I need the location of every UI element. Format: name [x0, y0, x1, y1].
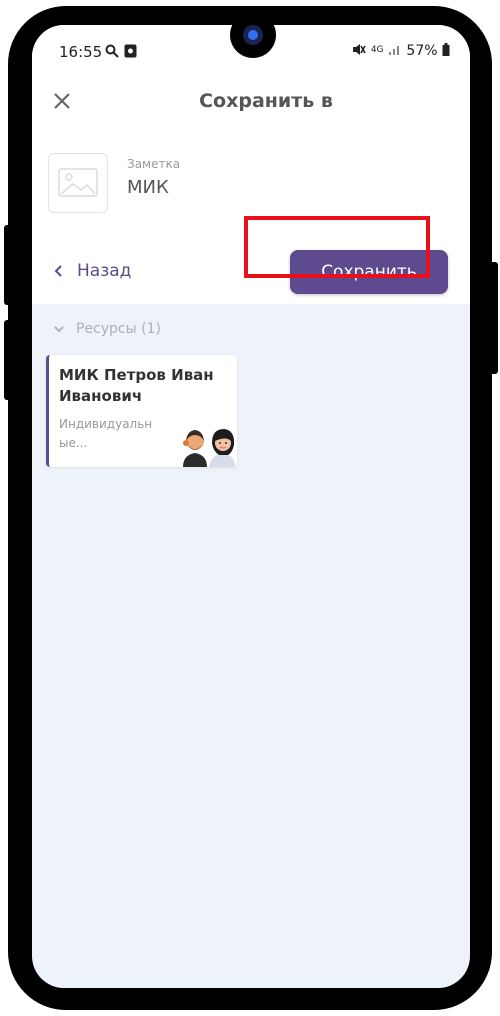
- status-right-group: 4G 57%: [352, 43, 450, 59]
- battery-icon: [442, 43, 450, 56]
- camera-lens: [243, 25, 263, 45]
- phone-side-button: [4, 320, 12, 400]
- resources-section-toggle[interactable]: Ресурсы (1): [54, 321, 161, 337]
- mute-icon: [353, 44, 367, 55]
- chevron-left-icon: [54, 265, 62, 277]
- note-type-label: Заметка: [127, 157, 181, 171]
- save-button-highlight: [244, 216, 430, 278]
- page-title: Сохранить в: [199, 90, 333, 112]
- people-avatar-icon: [183, 429, 235, 467]
- network-type: 4G: [370, 45, 384, 55]
- note-name: МИК: [127, 177, 169, 198]
- resources-section-label: Ресурсы (1): [76, 321, 161, 337]
- back-label: Назад: [77, 261, 132, 281]
- battery-level: 57%: [406, 43, 438, 59]
- app-header: Сохранить в: [32, 77, 470, 129]
- resource-card-title: МИК Петров Иван Иванович: [59, 366, 214, 405]
- phone-side-button: [490, 262, 498, 374]
- search-icon: [105, 44, 119, 58]
- app-screen: 16:55 4G 57% Сохранить в Заметка МИК Наз…: [32, 25, 470, 988]
- note-thumbnail: [48, 153, 108, 213]
- signal-icon: [388, 46, 399, 55]
- back-button[interactable]: Назад: [54, 261, 131, 281]
- notification-icon: [124, 44, 137, 58]
- front-camera: [230, 12, 276, 58]
- chevron-down-icon: [54, 325, 64, 332]
- image-placeholder-icon: [58, 168, 98, 197]
- phone-side-button: [4, 225, 12, 305]
- status-time: 16:55: [59, 43, 103, 61]
- resource-card[interactable]: МИК Петров Иван Иванович Индивидуальн ые…: [46, 355, 237, 467]
- resource-card-subtitle: Индивидуальн ые...: [59, 417, 153, 450]
